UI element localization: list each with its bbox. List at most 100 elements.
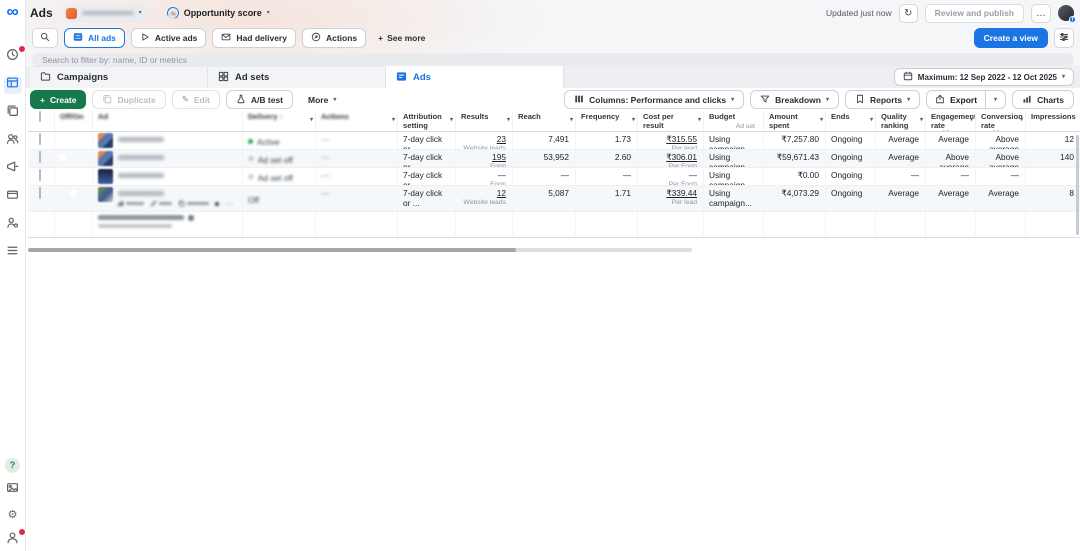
chevron-down-icon[interactable]: ▾ (507, 117, 510, 124)
results-value-link[interactable]: — (498, 170, 506, 180)
tab-ad-sets[interactable]: Ad sets (208, 66, 386, 88)
results-value-link[interactable]: 23 (497, 134, 506, 144)
columns-button[interactable]: Columns: Performance and clicks ▾ (564, 90, 744, 109)
row-checkbox[interactable] (39, 151, 41, 163)
ad-name-redacted[interactable] (118, 155, 164, 160)
header-attribution-setting[interactable]: Attribution setting▾ (397, 111, 455, 131)
export-options-button[interactable]: ▾ (985, 91, 1005, 108)
settings-button[interactable]: ⚙ (4, 506, 22, 524)
refresh-button[interactable]: ↻ (899, 4, 918, 23)
row-checkbox[interactable] (39, 187, 41, 199)
header-impressions[interactable]: Impressions (1025, 111, 1080, 131)
create-view-button[interactable]: Create a view (974, 28, 1048, 48)
export-button[interactable]: Export (927, 91, 985, 108)
results-value-link[interactable]: 195 (492, 152, 506, 162)
header-off-on[interactable]: Off/On (54, 111, 92, 131)
more-menu-button[interactable]: More ▾ (299, 90, 345, 109)
search-button[interactable] (32, 28, 58, 48)
meta-logo-icon[interactable]: ∞ (6, 2, 18, 22)
sidebar-item-advertise[interactable] (4, 160, 22, 178)
ab-test-button[interactable]: A/B test (226, 90, 293, 109)
feedback-button[interactable] (4, 481, 22, 499)
more-options-button[interactable]: … (1031, 4, 1051, 23)
sidebar-item-account-overview[interactable] (4, 48, 22, 66)
reports-button[interactable]: Reports ▾ (845, 90, 920, 109)
ad-thumbnail[interactable] (98, 187, 113, 202)
quick-more-action[interactable] (215, 202, 219, 206)
profile-button[interactable] (4, 531, 22, 549)
chevron-down-icon[interactable]: ▾ (570, 117, 573, 124)
chevron-down-icon[interactable]: ▾ (1020, 117, 1023, 124)
row-checkbox[interactable] (39, 133, 41, 145)
header-cost-per-result[interactable]: Cost per result▾ (637, 111, 703, 131)
ad-thumbnail[interactable] (98, 133, 113, 148)
opportunity-score-dropdown[interactable]: Opportunity score ▾ (167, 7, 270, 19)
date-range-selector[interactable]: Maximum: 12 Sep 2022 - 12 Oct 2025 ▾ (894, 68, 1074, 86)
chevron-down-icon[interactable]: ▾ (698, 117, 701, 124)
header-quality-ranking[interactable]: Quality ranking▾ (875, 111, 925, 131)
chevron-down-icon[interactable]: ▾ (820, 117, 823, 124)
tab-ads[interactable]: Ads (386, 66, 564, 88)
filter-chip-active-ads[interactable]: Active ads (131, 28, 207, 48)
sidebar-item-pages[interactable] (4, 104, 22, 122)
tab-campaigns[interactable]: Campaigns (30, 66, 208, 88)
chevron-down-icon: ▾ (1062, 74, 1065, 80)
horizontal-scrollbar-thumb[interactable] (28, 248, 516, 252)
breakdown-button[interactable]: Breakdown ▾ (750, 90, 839, 109)
sidebar-item-audiences[interactable] (4, 132, 22, 150)
ad-thumbnail[interactable] (98, 151, 113, 166)
view-settings-button[interactable] (1054, 28, 1074, 48)
select-all-checkbox[interactable] (39, 111, 41, 122)
filter-chip-all-ads[interactable]: All ads (64, 28, 125, 48)
cost-value-link[interactable]: ₹339.44 (666, 188, 697, 198)
chevron-down-icon[interactable]: ▾ (392, 117, 395, 124)
filter-chip-had-delivery[interactable]: Had delivery (212, 28, 296, 48)
header-frequency[interactable]: Frequency▾ (575, 111, 637, 131)
edit-button[interactable]: ✎ Edit (172, 90, 220, 109)
quick-edit-action[interactable] (150, 200, 172, 207)
quick-chart-action[interactable] (117, 200, 144, 207)
ad-name-redacted[interactable] (118, 137, 164, 142)
cost-value-link[interactable]: — (689, 170, 697, 180)
results-value-link[interactable]: 12 (497, 188, 506, 198)
header-amount-spent[interactable]: Amount spent▾ (763, 111, 825, 131)
chevron-down-icon[interactable]: ▾ (870, 117, 873, 124)
header-conversion-rate-ranking[interactable]: Conversion rate ranking▾ (975, 111, 1025, 131)
sidebar-item-campaigns[interactable] (4, 76, 22, 94)
sidebar-item-billing[interactable] (4, 188, 22, 206)
charts-button[interactable]: Charts (1012, 90, 1074, 109)
header-ends[interactable]: Ends▾ (825, 111, 875, 131)
help-button[interactable]: ? (4, 456, 22, 474)
header-engagement-rate-ranking[interactable]: Engagement rate ranking▾ (925, 111, 975, 131)
filter-chip-actions[interactable]: Actions (302, 28, 366, 48)
chevron-down-icon[interactable]: ▾ (970, 117, 973, 124)
review-and-publish-button[interactable]: Review and publish (925, 4, 1024, 23)
header-budget[interactable]: BudgetAd set (703, 111, 763, 131)
header-ad[interactable]: Ad (92, 111, 242, 131)
header-delivery[interactable]: Delivery↑▾ (242, 111, 315, 131)
chevron-down-icon[interactable]: ▾ (632, 117, 635, 124)
search-filter-input[interactable] (32, 53, 1074, 67)
cost-value-link[interactable]: ₹306.01 (666, 152, 697, 162)
see-more-filters-button[interactable]: + See more (372, 33, 431, 43)
user-avatar[interactable]: f (1058, 5, 1074, 21)
horizontal-scrollbar-track[interactable] (28, 248, 692, 252)
chevron-down-icon[interactable]: ▾ (920, 117, 923, 124)
cost-value-link[interactable]: ₹315.55 (666, 134, 697, 144)
header-actions[interactable]: Actions▾ (315, 111, 397, 131)
header-results[interactable]: Results▾ (455, 111, 512, 131)
ad-account-selector[interactable]: ▾ (63, 5, 149, 22)
create-button[interactable]: + Create (30, 90, 86, 109)
duplicate-button[interactable]: Duplicate (92, 90, 165, 109)
sidebar-item-all-tools[interactable] (4, 244, 22, 262)
sidebar-item-business-settings[interactable] (4, 216, 22, 234)
quick-duplicate-action[interactable] (178, 200, 209, 207)
ad-name-redacted[interactable] (118, 173, 164, 178)
ad-name-redacted[interactable] (118, 191, 164, 196)
row-checkbox[interactable] (39, 169, 41, 181)
chevron-down-icon[interactable]: ▾ (310, 117, 313, 124)
ad-thumbnail[interactable] (98, 169, 113, 184)
vertical-scrollbar[interactable] (1076, 135, 1079, 235)
chevron-down-icon[interactable]: ▾ (450, 117, 453, 124)
header-reach[interactable]: Reach▾ (512, 111, 575, 131)
